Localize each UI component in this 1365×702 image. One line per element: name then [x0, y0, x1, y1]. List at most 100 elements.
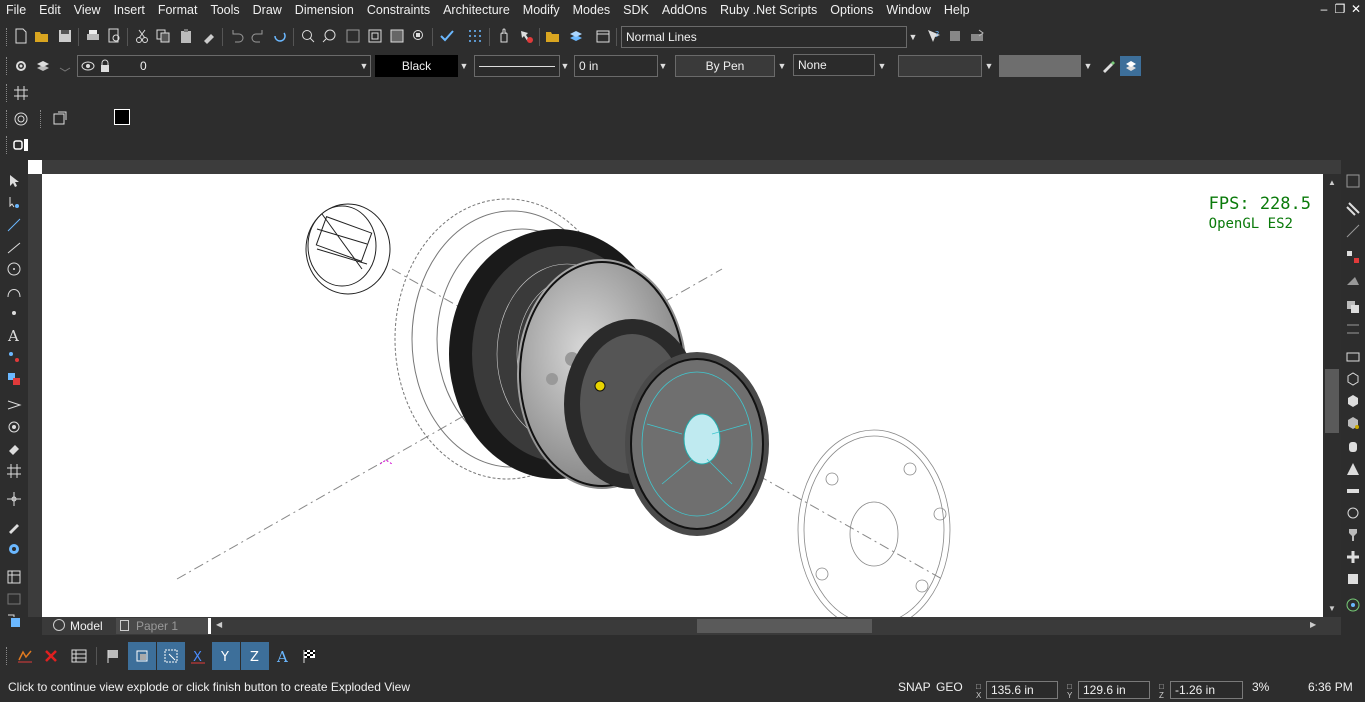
offset-icon[interactable]: [1344, 320, 1362, 338]
toolbar-grip[interactable]: [6, 28, 9, 46]
export-icon[interactable]: [968, 27, 986, 45]
ruler-corner-button[interactable]: [28, 160, 42, 174]
toolbar-grip[interactable]: [6, 110, 9, 128]
finish-flag-icon[interactable]: [298, 645, 320, 667]
help-pointer-icon[interactable]: ?: [925, 27, 943, 45]
scroll-up-icon[interactable]: ▲: [1328, 178, 1336, 187]
point-select-icon[interactable]: [5, 194, 23, 212]
tab-divider[interactable]: [208, 618, 211, 634]
menu-modify[interactable]: Modify: [517, 0, 567, 20]
array-tool-icon[interactable]: [5, 462, 23, 480]
dimension-tool-icon[interactable]: [5, 396, 23, 414]
settings-tool-icon[interactable]: [5, 540, 23, 558]
menu-draw[interactable]: Draw: [247, 0, 289, 20]
snap-toggle-icon[interactable]: [438, 27, 456, 45]
chevron-down-icon[interactable]: ▼: [982, 55, 996, 77]
toolbar-grip[interactable]: [6, 57, 9, 75]
navigate-3d-icon[interactable]: [1344, 596, 1362, 614]
cut-icon[interactable]: [133, 27, 151, 45]
rotate-icon[interactable]: [1344, 272, 1362, 290]
mirror-icon[interactable]: [1344, 248, 1362, 266]
properties-icon[interactable]: [594, 27, 612, 45]
close-icon[interactable]: ✕: [1348, 2, 1364, 16]
zoom-all-icon[interactable]: [388, 27, 406, 45]
lock-icon[interactable]: [96, 57, 114, 75]
menu-insert[interactable]: Insert: [108, 0, 152, 20]
zoom-selection-icon[interactable]: [410, 27, 428, 45]
paste-icon[interactable]: [177, 27, 195, 45]
y-coordinate-field[interactable]: 129.6 in: [1078, 681, 1150, 699]
redraw-icon[interactable]: [271, 27, 289, 45]
print-preview-icon[interactable]: [105, 27, 123, 45]
menu-modes[interactable]: Modes: [567, 0, 618, 20]
snap-toggle[interactable]: SNAP: [898, 680, 931, 694]
menu-help[interactable]: Help: [938, 0, 977, 20]
hatch-tool-icon[interactable]: [5, 348, 23, 366]
ole-object-icon[interactable]: [12, 136, 30, 154]
pen-combo[interactable]: By Pen: [675, 55, 775, 77]
layer-combo[interactable]: 0: [77, 55, 371, 77]
menu-architecture[interactable]: Architecture: [437, 0, 517, 20]
chevron-down-icon[interactable]: ▼: [656, 55, 670, 77]
chevron-down-icon[interactable]: ▼: [1081, 55, 1095, 77]
toolbar-grip[interactable]: [40, 110, 43, 128]
new-file-icon[interactable]: [12, 27, 30, 45]
cancel-explode-icon[interactable]: [40, 645, 62, 667]
scroll-left-icon[interactable]: ◀: [216, 620, 222, 629]
fill-combo[interactable]: None: [793, 54, 875, 76]
circle-dim-icon[interactable]: [5, 418, 23, 436]
polyline-tool-icon[interactable]: [5, 238, 23, 256]
chevron-down-icon[interactable]: ▼: [775, 55, 789, 77]
zoom-out-icon[interactable]: [321, 27, 339, 45]
eraser-icon[interactable]: [5, 440, 23, 458]
menu-file[interactable]: File: [0, 0, 33, 20]
line-type-combo[interactable]: [474, 55, 560, 77]
solid-3d-icon[interactable]: [1344, 414, 1362, 432]
extrude-icon[interactable]: [1344, 482, 1362, 500]
drawing-canvas[interactable]: FPS: 228.5 OpenGL ES2: [42, 174, 1323, 617]
pan-icon[interactable]: [495, 27, 513, 45]
menu-options[interactable]: Options: [824, 0, 880, 20]
format-painter-icon[interactable]: [200, 27, 218, 45]
copy-objects-icon[interactable]: [1344, 298, 1362, 316]
layer-manager-icon[interactable]: [34, 57, 52, 75]
menu-window[interactable]: Window: [880, 0, 937, 20]
menu-view[interactable]: View: [68, 0, 108, 20]
toolbar-grip[interactable]: [6, 136, 9, 154]
axis-z-icon[interactable]: Z: [241, 642, 269, 670]
block-tool-icon[interactable]: [5, 370, 23, 388]
geo-toggle[interactable]: GEO: [936, 680, 963, 694]
layers-icon[interactable]: [567, 27, 585, 45]
print-icon[interactable]: [84, 27, 102, 45]
explode-list-icon[interactable]: [68, 645, 90, 667]
restore-icon[interactable]: ❐: [1332, 2, 1348, 16]
cylinder-3d-icon[interactable]: [1344, 438, 1362, 456]
shell-icon[interactable]: [1344, 570, 1362, 588]
stretch-icon[interactable]: [1344, 200, 1362, 218]
menu-tools[interactable]: Tools: [204, 0, 246, 20]
circle-tool-icon[interactable]: [5, 260, 23, 278]
redo-icon[interactable]: [249, 27, 267, 45]
line-style-combo[interactable]: Normal Lines: [621, 26, 907, 48]
pattern-combo[interactable]: [898, 55, 982, 77]
vertical-scroll-thumb[interactable]: [1325, 369, 1339, 433]
scroll-down-icon[interactable]: ▼: [1328, 604, 1336, 613]
layer-prev-icon[interactable]: [56, 57, 74, 75]
menu-ruby-net-scripts[interactable]: Ruby .Net Scripts: [714, 0, 824, 20]
cone-3d-icon[interactable]: [1344, 460, 1362, 478]
finish-explode-icon[interactable]: [14, 645, 36, 667]
grid-dots-icon[interactable]: [466, 27, 484, 45]
visibility-icon[interactable]: [79, 57, 97, 75]
chevron-down-icon[interactable]: ▼: [357, 55, 371, 77]
scroll-right-icon[interactable]: ▶: [1310, 620, 1316, 629]
chevron-down-icon[interactable]: ▼: [457, 55, 471, 77]
z-coordinate-field[interactable]: -1.26 in: [1170, 681, 1243, 699]
view-settings-icon[interactable]: [51, 110, 69, 128]
insert-object-icon[interactable]: [5, 612, 23, 630]
tab-model[interactable]: Model: [50, 618, 112, 634]
zoom-extents-icon[interactable]: [366, 27, 384, 45]
table-tool-icon[interactable]: [5, 568, 23, 586]
extend-icon[interactable]: [1344, 348, 1362, 366]
sphere-3d-icon[interactable]: [1344, 392, 1362, 410]
menu-addons[interactable]: AddOns: [656, 0, 714, 20]
